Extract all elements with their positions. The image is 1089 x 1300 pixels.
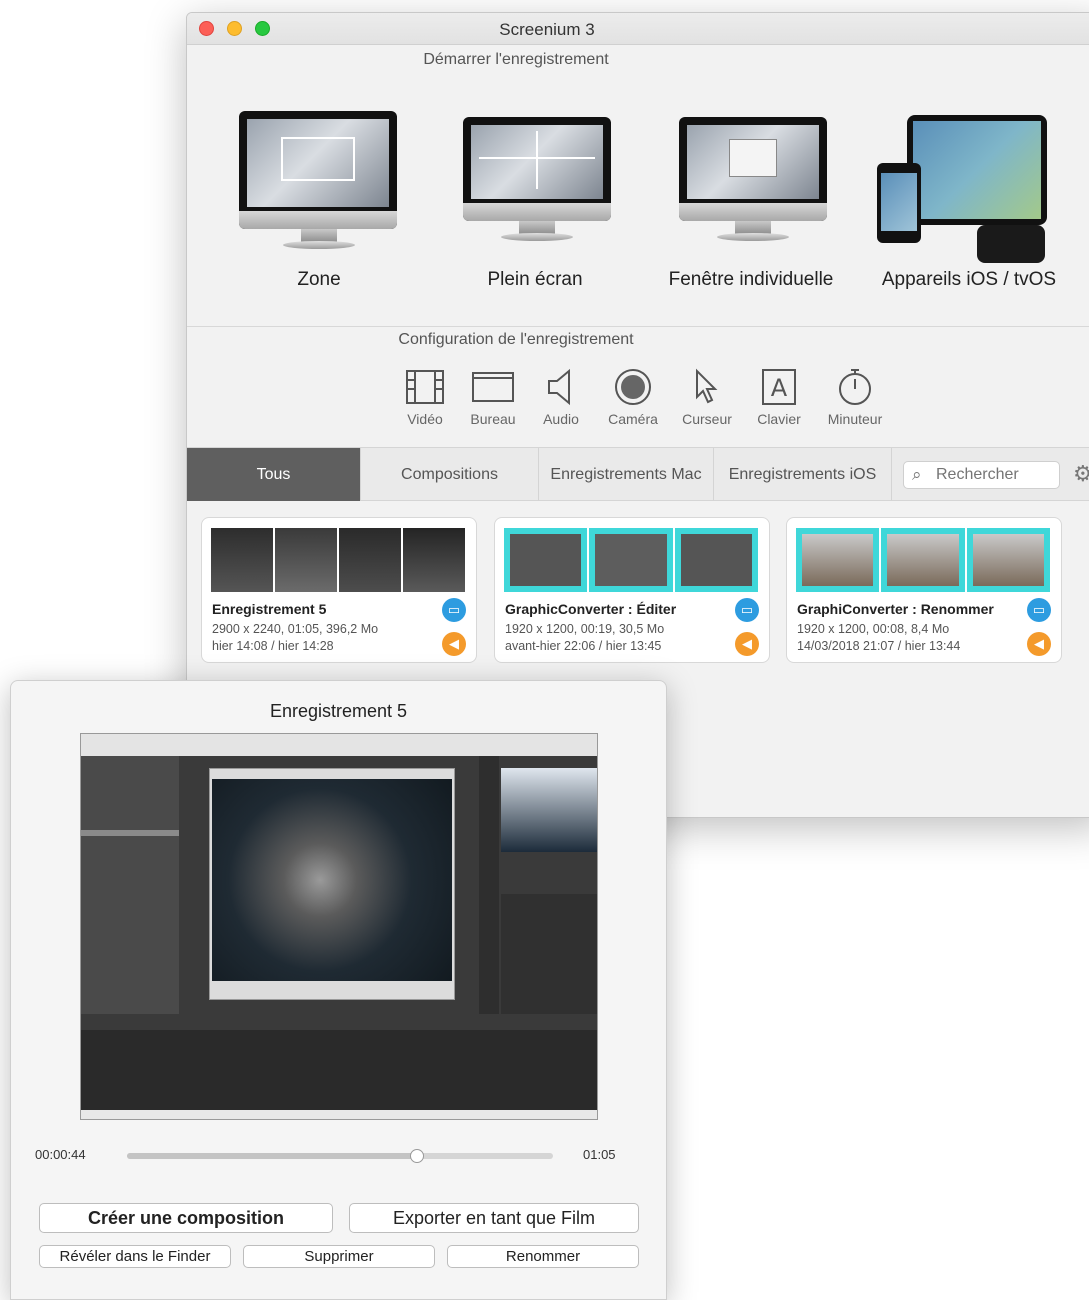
title-bar[interactable]: Screenium 3 <box>187 13 1089 45</box>
tab-ios-recordings[interactable]: Enregistrements iOS <box>714 448 892 501</box>
screen-recording-icon: ▭ <box>735 598 759 622</box>
rename-button[interactable]: Renommer <box>447 1245 639 1268</box>
recording-popover: Enregistrement 5 00:00:44 01:05 Créer un… <box>10 680 667 1300</box>
recording-card[interactable]: GraphicConverter : Éditer 1920 x 1200, 0… <box>494 517 770 663</box>
config-audio-button[interactable]: Audio <box>525 367 597 427</box>
recording-card[interactable]: Enregistrement 5 2900 x 2240, 01:05, 396… <box>201 517 477 663</box>
config-keyboard-button[interactable]: A Clavier <box>743 367 815 427</box>
gear-icon[interactable]: ⚙ <box>1073 461 1089 487</box>
recording-meta: 1920 x 1200, 00:19, 30,5 Mo avant-hier 22… <box>505 622 665 653</box>
screen-recording-icon: ▭ <box>1027 598 1051 622</box>
recording-meta: 1920 x 1200, 00:08, 8,4 Mo 14/03/2018 21:… <box>797 622 961 653</box>
config-keyboard-label: Clavier <box>757 411 801 427</box>
svg-text:A: A <box>771 374 788 402</box>
cursor-icon <box>671 367 743 411</box>
monitor-window-icon <box>679 117 827 221</box>
config-camera-label: Caméra <box>608 411 658 427</box>
recording-thumbnails <box>504 528 758 592</box>
current-time: 00:00:44 <box>35 1147 86 1162</box>
screen-recording-icon: ▭ <box>442 598 466 622</box>
config-video-label: Vidéo <box>407 411 443 427</box>
search-box[interactable]: ⌕ <box>903 461 1060 489</box>
monitor-fullscreen-icon <box>463 117 611 221</box>
mode-window-label: Fenêtre individuelle <box>668 269 834 290</box>
video-preview[interactable] <box>80 733 598 1120</box>
camera-icon <box>597 367 669 411</box>
recording-card[interactable]: GraphiConverter : Renommer 1920 x 1200, … <box>786 517 1062 663</box>
ios-devices-icon <box>873 113 1053 273</box>
recording-thumbnails <box>796 528 1050 592</box>
window-title: Screenium 3 <box>499 20 595 39</box>
config-cursor-button[interactable]: Curseur <box>671 367 743 427</box>
section-divider <box>187 326 1089 327</box>
film-icon <box>389 367 461 411</box>
config-section-title: Configuration de l'enregistrement <box>398 331 634 348</box>
reveal-in-finder-button[interactable]: Révéler dans le Finder <box>39 1245 231 1268</box>
audio-icon: ◀ <box>735 632 759 656</box>
playback-slider[interactable] <box>127 1149 553 1163</box>
playback-progress <box>127 1153 417 1159</box>
tab-mac-recordings[interactable]: Enregistrements Mac <box>539 448 714 501</box>
tab-bar: Tous Compositions Enregistrements Mac En… <box>187 447 1089 501</box>
config-desktop-button[interactable]: Bureau <box>457 367 529 427</box>
mode-zone-label: Zone <box>297 269 341 290</box>
delete-button[interactable]: Supprimer <box>243 1245 435 1268</box>
config-camera-button[interactable]: Caméra <box>597 367 669 427</box>
search-input[interactable] <box>936 464 1056 486</box>
recording-thumbnails <box>211 528 465 592</box>
tab-compositions[interactable]: Compositions <box>361 448 539 501</box>
config-desktop-label: Bureau <box>470 411 516 427</box>
recording-title: GraphicConverter : Éditer <box>505 601 677 617</box>
monitor-zone-icon <box>239 111 397 229</box>
tab-tous[interactable]: Tous <box>187 448 361 501</box>
audio-icon: ◀ <box>442 632 466 656</box>
desktop-icon <box>457 367 529 411</box>
mode-fullscreen-label: Plein écran <box>487 269 583 290</box>
total-time: 01:05 <box>583 1147 616 1162</box>
recording-meta: 2900 x 2240, 01:05, 396,2 Mo hier 14:08 /… <box>212 622 379 653</box>
recording-title: GraphiConverter : Renommer <box>797 601 994 617</box>
recording-title: Enregistrement 5 <box>212 601 327 617</box>
playback-slider-knob[interactable] <box>409 1149 424 1163</box>
config-audio-label: Audio <box>543 411 579 427</box>
config-timer-label: Minuteur <box>827 411 883 427</box>
config-timer-button[interactable]: Minuteur <box>819 367 891 427</box>
config-video-button[interactable]: Vidéo <box>389 367 461 427</box>
popover-title: Enregistrement 5 <box>269 701 408 721</box>
create-composition-button[interactable]: Créer une composition <box>39 1203 333 1233</box>
keyboard-icon: A <box>743 367 815 411</box>
speaker-icon <box>525 367 597 411</box>
search-icon: ⌕ <box>912 465 922 484</box>
export-movie-button[interactable]: Exporter en tant que Film <box>349 1203 639 1233</box>
config-cursor-label: Curseur <box>682 411 732 427</box>
audio-icon: ◀ <box>1027 632 1051 656</box>
mode-ios-label: Appareils iOS / tvOS <box>881 269 1057 290</box>
record-section-title: Démarrer l'enregistrement <box>423 51 609 68</box>
timer-icon <box>819 367 891 411</box>
